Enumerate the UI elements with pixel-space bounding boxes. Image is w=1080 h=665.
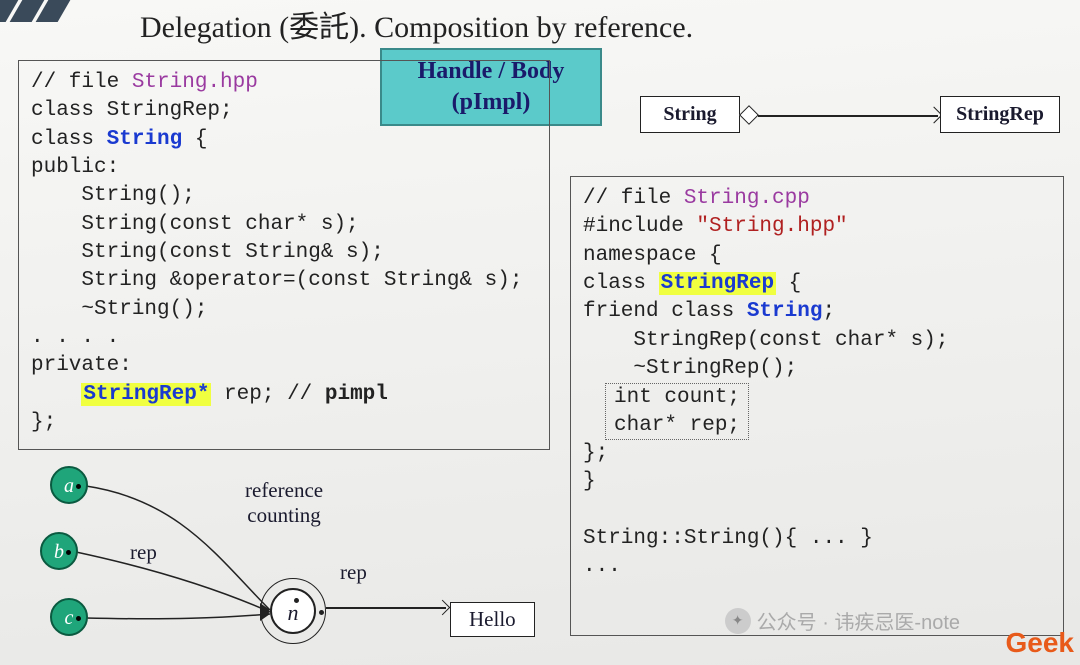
node-n: n bbox=[270, 588, 316, 634]
uml-aggregation-diamond bbox=[739, 105, 759, 125]
uml-class-string: String bbox=[640, 96, 740, 133]
reference-counting-diagram: a b c rep referencecounting n rep Hello bbox=[20, 460, 560, 660]
label-rep-right: rep bbox=[340, 560, 367, 585]
uml-class-stringrep: StringRep bbox=[940, 96, 1060, 133]
geek-brand: Geek bbox=[1006, 627, 1075, 659]
node-a: a bbox=[50, 466, 88, 504]
wechat-icon: ✦ bbox=[725, 608, 751, 634]
uml-connector bbox=[758, 115, 938, 117]
slide-title: Delegation (委託). Composition by referenc… bbox=[140, 2, 693, 46]
hello-box: Hello bbox=[450, 602, 535, 637]
uml-diagram: String StringRep bbox=[640, 86, 1060, 146]
node-c: c bbox=[50, 598, 88, 636]
watermark: ✦ 公众号 · 讳疾忌医-note bbox=[725, 606, 960, 635]
code-block-string-hpp: // file String.hpp class StringRep; clas… bbox=[18, 60, 550, 450]
watermark-text: 公众号 · 讳疾忌医-note bbox=[757, 606, 960, 635]
node-b: b bbox=[40, 532, 78, 570]
corner-stripes bbox=[0, 0, 110, 30]
label-rep-left: rep bbox=[130, 540, 157, 565]
label-reference-counting: referencecounting bbox=[245, 478, 323, 528]
code-block-string-cpp: // file String.cpp #include "String.hpp"… bbox=[570, 176, 1064, 636]
arrow-to-hello bbox=[326, 607, 446, 609]
